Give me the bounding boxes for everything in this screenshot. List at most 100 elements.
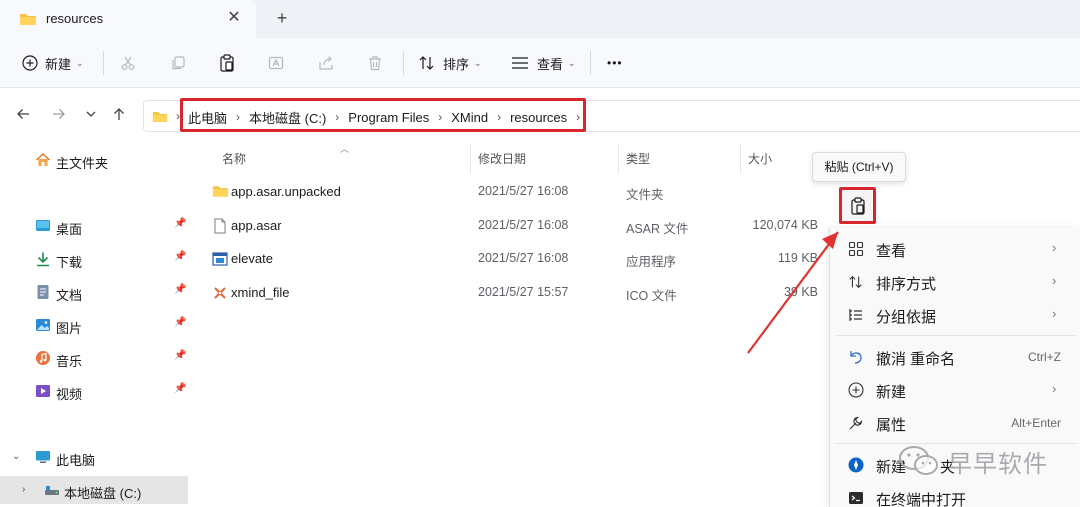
pin-icon[interactable]: 📌 [174, 383, 186, 394]
pin-icon[interactable]: 📌 [174, 284, 186, 295]
command-bar: 新建 ⌄ 排序 ⌄ 查看 ⌄ ••• [0, 38, 1080, 88]
wrench-icon [848, 415, 864, 431]
file-name: elevate [231, 251, 273, 266]
context-paste-button[interactable] [839, 187, 876, 224]
sidebar-item-label: 文档 [56, 288, 83, 303]
copy-icon[interactable] [170, 50, 186, 76]
chevron-right-icon[interactable]: › [335, 110, 339, 124]
sidebar-item-pictures[interactable]: 图片 📌 [0, 311, 188, 339]
breadcrumb-item-resources[interactable]: resources [510, 110, 567, 125]
file-type: ICO 文件 [626, 289, 677, 303]
pin-icon[interactable]: 📌 [174, 350, 186, 361]
sidebar-item-videos[interactable]: 视频 📌 [0, 377, 188, 405]
breadcrumb-item-program-files[interactable]: Program Files [348, 110, 429, 125]
menu-item-new[interactable]: 新建 › [830, 374, 1080, 406]
chevron-right-icon: › [1052, 306, 1057, 321]
file-row[interactable]: app.asar 2021/5/27 16:08 ASAR 文件 120,074… [188, 211, 828, 241]
menu-item-label: 新建 [876, 384, 907, 401]
sidebar-item-local-disk[interactable]: › 本地磁盘 (C:) [0, 476, 188, 504]
column-header-type[interactable]: 类型 [626, 150, 650, 167]
pin-icon[interactable]: 📌 [174, 317, 186, 328]
pin-icon[interactable]: 📌 [174, 251, 186, 262]
share-icon[interactable] [318, 50, 334, 76]
sidebar-item-downloads[interactable]: 下载 📌 [0, 245, 188, 273]
sort-button[interactable]: 排序 ⌄ [418, 50, 482, 76]
menu-divider [836, 335, 1076, 336]
breadcrumb-item-this-pc[interactable]: 此电脑 [188, 108, 227, 127]
menu-item-properties[interactable]: 属性 Alt+Enter [830, 407, 1080, 439]
chevron-right-icon[interactable]: › [438, 110, 442, 124]
chevron-down-icon: ⌄ [76, 57, 84, 68]
sidebar-item-label: 视频 [56, 387, 83, 402]
new-button[interactable]: 新建 ⌄ [22, 50, 84, 76]
file-row[interactable]: xmind_file 2021/5/27 15:57 ICO 文件 39 KB [188, 278, 828, 308]
rename-icon[interactable] [268, 50, 284, 76]
file-icon [212, 218, 228, 234]
delete-icon[interactable] [367, 50, 383, 76]
navigation-bar: › 此电脑 › 本地磁盘 (C:) › Program Files › XMin… [0, 88, 1080, 144]
up-arrow-icon[interactable] [108, 106, 130, 128]
column-divider[interactable] [740, 144, 741, 174]
grid-view-icon [848, 241, 864, 257]
column-header-name[interactable]: 名称 [222, 150, 246, 167]
menu-item-label: 查看 [876, 243, 907, 260]
column-header-size[interactable]: 大小 [748, 150, 772, 167]
file-name: xmind_file [231, 285, 290, 300]
pin-icon[interactable]: 📌 [174, 218, 186, 229]
chevron-right-icon[interactable]: › [576, 110, 580, 124]
column-divider[interactable] [470, 144, 471, 174]
chevron-down-icon[interactable]: ⌄ [12, 451, 20, 462]
sidebar-item-label: 本地磁盘 (C:) [64, 486, 142, 501]
file-date: 2021/5/27 16:08 [478, 184, 569, 198]
chevron-down-icon: ⌄ [568, 57, 576, 68]
menu-item-view[interactable]: 查看 › [830, 233, 1080, 265]
watermark-text: 早早软件 [948, 450, 1048, 478]
file-name: app.asar.unpacked [231, 184, 341, 199]
sidebar-item-documents[interactable]: 文档 📌 [0, 278, 188, 306]
view-button[interactable]: 查看 ⌄ [511, 50, 576, 76]
sort-icon [848, 274, 864, 290]
chevron-right-icon[interactable]: › [497, 110, 501, 124]
file-date: 2021/5/27 15:57 [478, 285, 569, 299]
shortcut-text: Ctrl+Z [1028, 350, 1061, 364]
download-icon [35, 251, 51, 267]
chevron-right-icon[interactable]: › [236, 110, 240, 124]
more-options-icon[interactable]: ••• [607, 50, 623, 76]
app-icon [212, 251, 228, 267]
cut-icon[interactable] [120, 50, 136, 76]
sidebar-item-music[interactable]: 音乐 📌 [0, 344, 188, 372]
recent-chevron-icon[interactable] [80, 106, 102, 128]
sort-label: 排序 [443, 56, 470, 72]
chevron-down-icon: ⌄ [474, 57, 482, 68]
file-row[interactable]: app.asar.unpacked 2021/5/27 16:08 文件夹 [188, 177, 828, 207]
column-divider[interactable] [618, 144, 619, 174]
new-tab-button[interactable]: + [272, 8, 292, 28]
file-type: 应用程序 [626, 255, 677, 269]
paste-tooltip: 粘贴 (Ctrl+V) [812, 152, 906, 182]
undo-icon [848, 349, 864, 365]
breadcrumb-item-local-disk[interactable]: 本地磁盘 (C:) [249, 108, 326, 127]
sidebar-item-label: 主文件夹 [56, 156, 109, 171]
close-tab-icon[interactable]: ✕ [224, 8, 244, 28]
menu-item-open-terminal[interactable]: 在终端中打开 [830, 482, 1080, 507]
forward-arrow-icon[interactable] [48, 106, 70, 128]
chevron-right-icon[interactable]: › [22, 484, 25, 495]
file-date: 2021/5/27 16:08 [478, 251, 569, 265]
back-arrow-icon[interactable] [12, 106, 34, 128]
menu-item-group-by[interactable]: 分组依据 › [830, 299, 1080, 331]
menu-item-label: 分组依据 [876, 309, 937, 326]
menu-item-undo[interactable]: 撤消 重命名 Ctrl+Z [830, 341, 1080, 373]
sidebar-item-home[interactable]: 主文件夹 [0, 146, 188, 174]
breadcrumb-item-xmind[interactable]: XMind [451, 110, 488, 125]
column-header-date[interactable]: 修改日期 [478, 150, 526, 167]
sort-icon [419, 56, 434, 70]
tab-resources[interactable]: resources ✕ [0, 0, 256, 38]
paste-icon[interactable] [219, 50, 235, 76]
file-row[interactable]: elevate 2021/5/27 16:08 应用程序 119 KB [188, 244, 828, 274]
divider [403, 51, 404, 75]
sidebar-item-this-pc[interactable]: ⌄ 此电脑 [0, 443, 188, 471]
chevron-right-icon: › [1052, 381, 1057, 396]
navigation-pane: 主文件夹 桌面 📌 下载 📌 文档 📌 图片 📌 音乐 📌 视频 📌 ⌄ 此电脑… [0, 144, 188, 507]
sidebar-item-desktop[interactable]: 桌面 📌 [0, 212, 188, 240]
menu-item-sort-by[interactable]: 排序方式 › [830, 266, 1080, 298]
